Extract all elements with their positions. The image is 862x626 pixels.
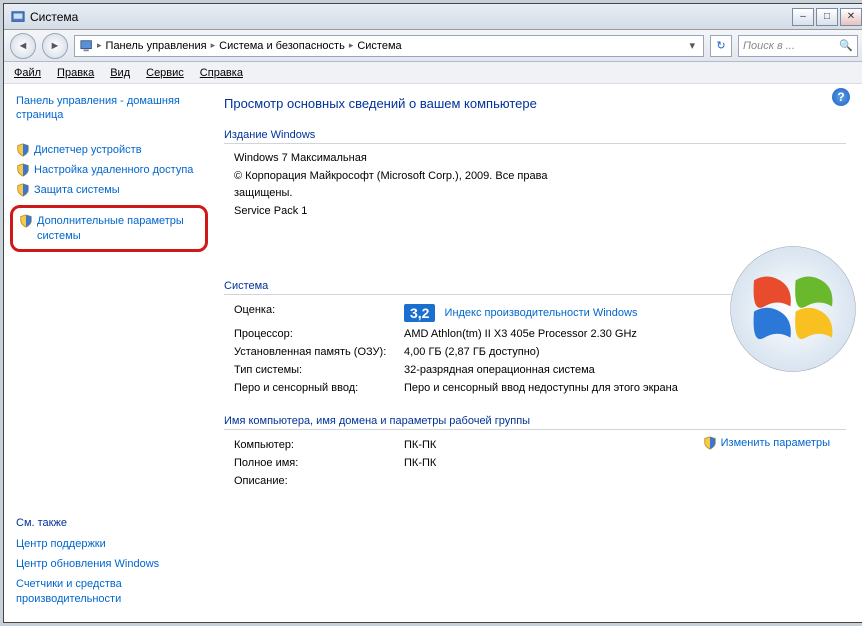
name-group-title: Имя компьютера, имя домена и параметры р… [224, 415, 846, 430]
content: Панель управления - домашняя страница Ди… [4, 84, 862, 616]
rating-label: Оценка: [234, 304, 404, 322]
menubar: Файл Правка Вид Сервис Справка [4, 62, 862, 84]
menu-edit[interactable]: Правка [57, 67, 94, 79]
computer-label: Компьютер: [234, 439, 404, 451]
menu-help[interactable]: Справка [200, 67, 243, 79]
system-window: Система – □ ✕ ◄ ► ▸ Панель управления ▸ … [3, 3, 862, 623]
sidebar-item-label: Настройка удаленного доступа [34, 163, 193, 177]
titlebar: Система – □ ✕ [4, 4, 862, 30]
type-label: Тип системы: [234, 364, 404, 376]
edition-block: Windows 7 Максимальная © Корпорация Майк… [224, 150, 846, 220]
breadcrumb[interactable]: ▸ Панель управления ▸ Система и безопасн… [74, 35, 704, 57]
edition-group-title: Издание Windows [224, 129, 846, 144]
description-label: Описание: [234, 475, 404, 487]
sidebar-system-protection[interactable]: Защита системы [16, 183, 202, 197]
sidebar-item-label: Диспетчер устройств [34, 143, 142, 157]
navigation-bar: ◄ ► ▸ Панель управления ▸ Система и безо… [4, 30, 862, 62]
service-pack: Service Pack 1 [224, 203, 846, 221]
rating-badge: 3,2 [404, 304, 435, 322]
back-button[interactable]: ◄ [10, 33, 36, 59]
chevron-right-icon: ▸ [211, 40, 216, 51]
breadcrumb-dropdown[interactable]: ▾ [685, 39, 699, 52]
edition-name: Windows 7 Максимальная [224, 150, 846, 168]
help-button[interactable]: ? [832, 88, 850, 106]
performance-index-link[interactable]: Индекс производительности Windows [445, 307, 638, 319]
shield-icon [19, 214, 33, 228]
sidebar-device-manager[interactable]: Диспетчер устройств [16, 143, 202, 157]
forward-button[interactable]: ► [42, 33, 68, 59]
shield-icon [16, 183, 30, 197]
shield-icon [16, 143, 30, 157]
see-also-performance[interactable]: Счетчики и средства производительности [16, 577, 202, 606]
see-also-title: См. также [16, 517, 202, 529]
fullname-label: Полное имя: [234, 457, 404, 469]
search-input[interactable]: Поиск в ... 🔍 [738, 35, 858, 57]
window-title: Система [30, 10, 792, 24]
maximize-button[interactable]: □ [816, 8, 838, 26]
sidebar-item-label: Защита системы [34, 183, 120, 197]
description-value [404, 475, 846, 487]
main-panel: ? Просмотр основных сведений о вашем ком… [214, 84, 862, 616]
sidebar-remote-settings[interactable]: Настройка удаленного доступа [16, 163, 202, 177]
crumb-control-panel[interactable]: Панель управления [104, 40, 209, 52]
change-settings-link[interactable]: Изменить параметры [703, 436, 830, 450]
sidebar-home-link[interactable]: Панель управления - домашняя страница [16, 94, 202, 123]
sidebar-home-label: Панель управления - домашняя страница [16, 94, 202, 123]
search-icon[interactable]: 🔍 [839, 39, 853, 52]
fullname-row: Полное имя: ПК-ПК [224, 454, 846, 472]
pen-value: Перо и сенсорный ввод недоступны для это… [404, 382, 846, 394]
menu-service[interactable]: Сервис [146, 67, 184, 79]
see-also-windows-update[interactable]: Центр обновления Windows [16, 557, 202, 571]
minimize-button[interactable]: – [792, 8, 814, 26]
shield-icon [703, 436, 717, 450]
sidebar-advanced-settings[interactable]: Дополнительные параметры системы [19, 214, 199, 243]
shield-icon [16, 163, 30, 177]
ram-label: Установленная память (ОЗУ): [234, 346, 404, 358]
pen-row: Перо и сенсорный ввод: Перо и сенсорный … [224, 379, 846, 397]
sidebar: Панель управления - домашняя страница Ди… [4, 84, 214, 616]
description-row: Описание: [224, 472, 846, 490]
menu-file[interactable]: Файл [14, 67, 41, 79]
copyright-text: © Корпорация Майкрософт (Microsoft Corp.… [224, 168, 584, 203]
search-placeholder: Поиск в ... [743, 40, 795, 52]
chevron-right-icon: ▸ [349, 40, 354, 51]
chevron-right-icon: ▸ [97, 40, 102, 51]
windows-logo-icon [728, 244, 858, 374]
window-controls: – □ ✕ [792, 8, 862, 26]
page-heading: Просмотр основных сведений о вашем компь… [224, 96, 846, 111]
computer-icon [79, 38, 95, 54]
fullname-value: ПК-ПК [404, 457, 846, 469]
crumb-system[interactable]: Система [355, 40, 403, 52]
menu-view[interactable]: Вид [110, 67, 130, 79]
close-button[interactable]: ✕ [840, 8, 862, 26]
see-also-action-center[interactable]: Центр поддержки [16, 537, 202, 551]
refresh-button[interactable]: ↻ [710, 35, 732, 57]
sidebar-item-label: Дополнительные параметры системы [37, 214, 199, 243]
app-icon [10, 9, 26, 25]
cpu-label: Процессор: [234, 328, 404, 340]
crumb-system-security[interactable]: Система и безопасность [217, 40, 347, 52]
pen-label: Перо и сенсорный ввод: [234, 382, 404, 394]
highlighted-advanced-settings: Дополнительные параметры системы [10, 205, 208, 252]
